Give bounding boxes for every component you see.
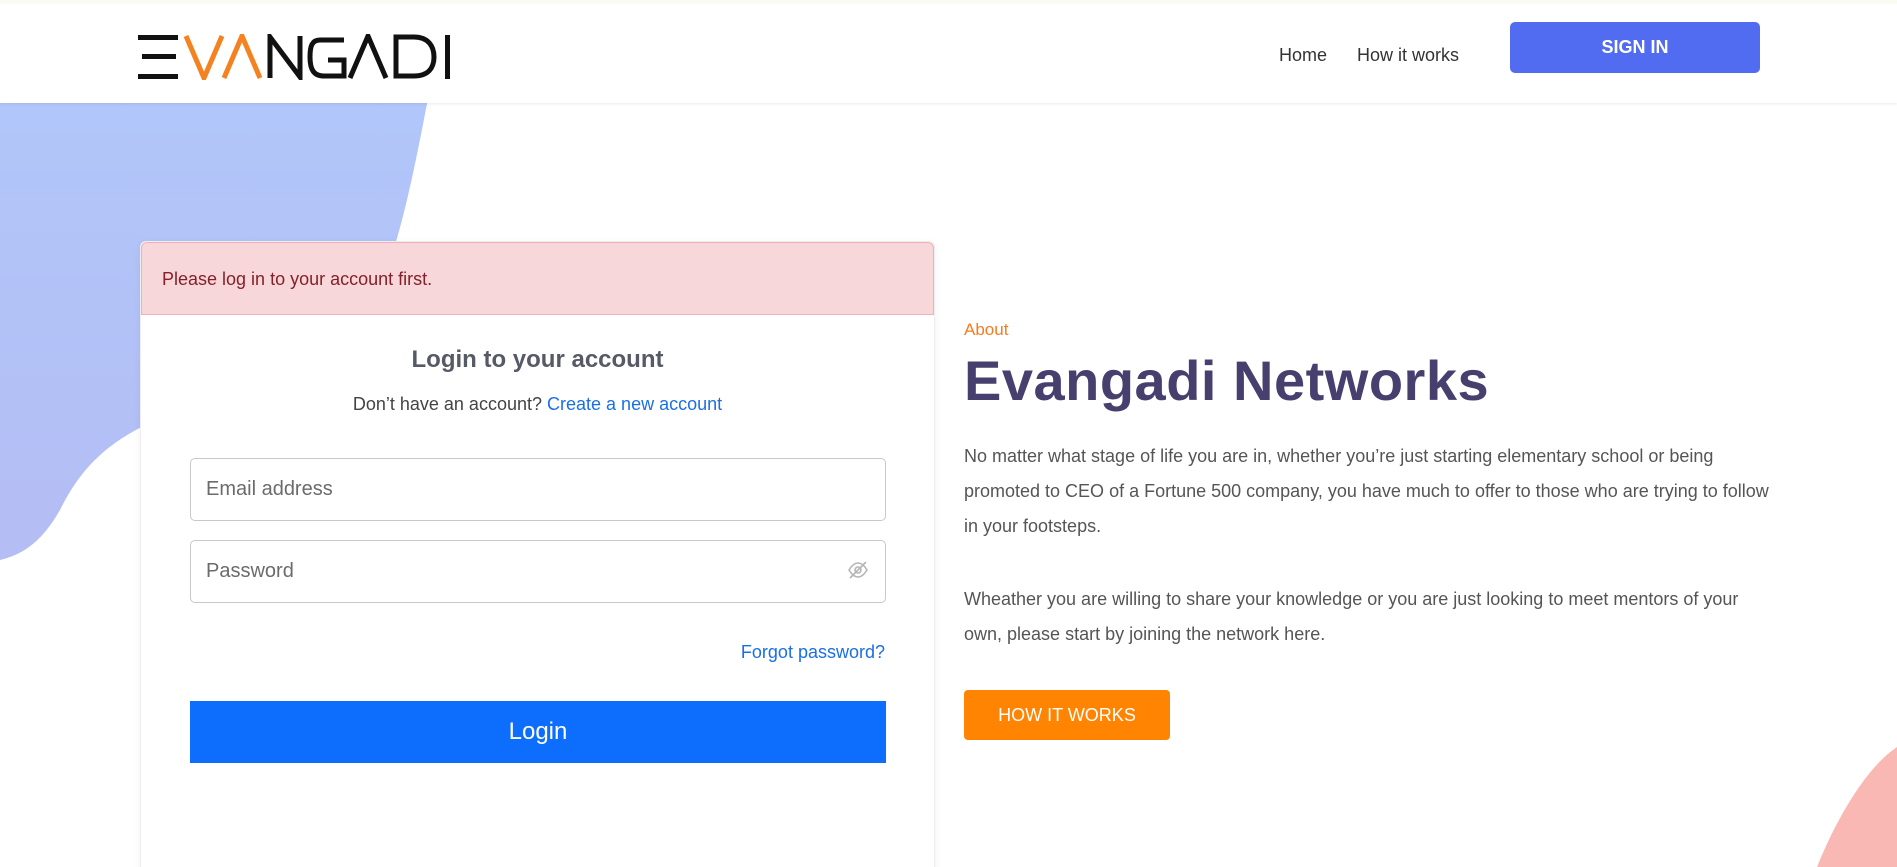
email-field[interactable]	[190, 458, 886, 521]
no-account-text: Don’t have an account?	[352, 394, 542, 414]
main-nav: Home How it works	[1279, 45, 1459, 66]
login-button[interactable]: Login	[190, 701, 886, 763]
about-title: Evangadi Networks	[964, 349, 1490, 412]
login-title: Login to your account	[411, 346, 664, 373]
password-field[interactable]	[190, 540, 886, 603]
signup-prompt: Don’t have an account? Create a new acco…	[141, 394, 934, 415]
background-blob-right	[1817, 747, 1897, 867]
nav-how-it-works-link[interactable]: How it works	[1357, 45, 1459, 66]
about-paragraph-2: Wheather you are willing to share your k…	[964, 589, 1739, 644]
login-required-alert: Please log in to your account first.	[141, 242, 934, 315]
password-field-wrapper	[190, 540, 886, 603]
about-paragraph-1: No matter what stage of life you are in,…	[964, 446, 1769, 536]
login-card: Please log in to your account first. Log…	[140, 241, 935, 867]
forgot-password-link[interactable]: Forgot password?	[741, 642, 885, 663]
sign-in-button[interactable]: SIGN IN	[1510, 22, 1760, 73]
eye-slash-icon[interactable]	[847, 560, 869, 580]
how-it-works-button[interactable]: HOW IT WORKS	[964, 690, 1170, 740]
evangadi-logo[interactable]	[138, 34, 454, 80]
about-section: About Evangadi Networks No matter what s…	[964, 320, 1774, 740]
top-header: Home How it works SIGN IN	[0, 0, 1897, 103]
nav-home-link[interactable]: Home	[1279, 45, 1327, 66]
create-account-link[interactable]: Create a new account	[547, 394, 722, 414]
about-kicker: About	[964, 320, 1009, 339]
